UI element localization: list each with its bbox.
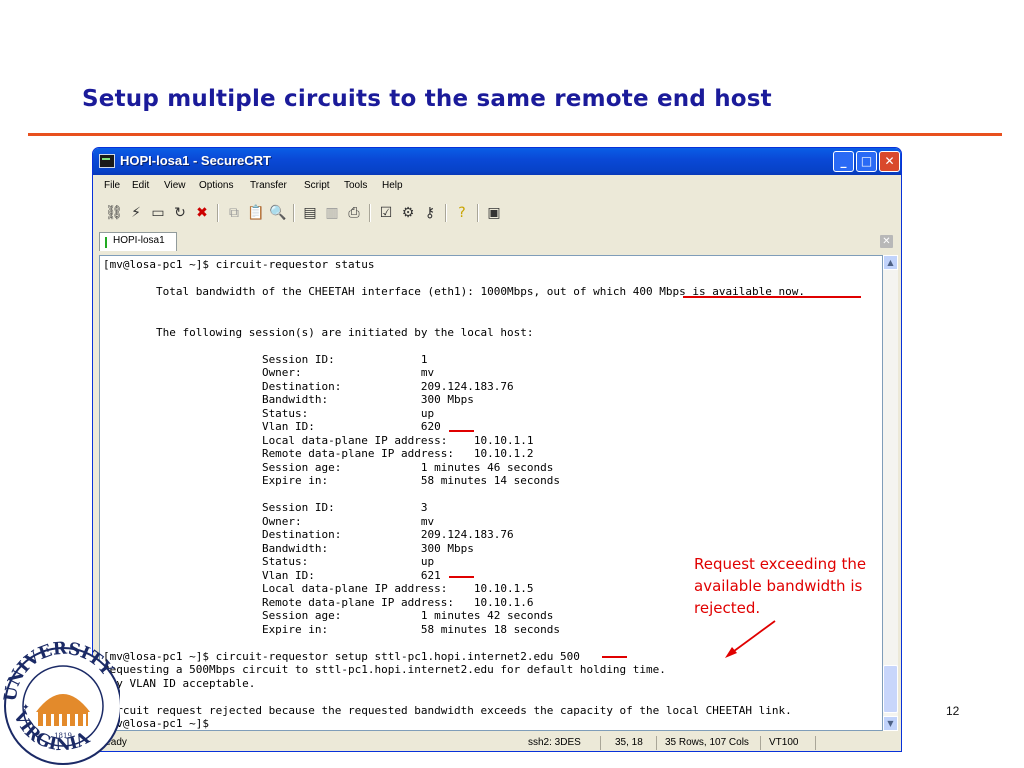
terminal-line: Requesting a 500Mbps circuit to sttl-pc1…	[103, 663, 666, 676]
find-icon[interactable]: 🔍	[269, 204, 287, 222]
callout-line: Request exceeding the	[694, 555, 867, 573]
slide-title: Setup multiple circuits to the same remo…	[82, 86, 772, 112]
status-divider	[600, 736, 601, 750]
terminal-line: Expire in: 58 minutes 18 seconds	[103, 622, 560, 636]
session-options-icon[interactable]: ☑	[377, 204, 395, 222]
reconnect-icon[interactable]: ↻	[171, 204, 189, 222]
tab-label: HOPI-losa1	[113, 235, 165, 246]
connect-icon[interactable]: ⛓	[105, 204, 123, 222]
terminal-scrollbar[interactable]: ▲ ▼	[883, 255, 898, 731]
terminal-line: Destination: 209.124.183.76	[103, 379, 514, 393]
terminal-line: Session ID: 3	[103, 501, 428, 514]
menu-bar: File Edit View Options Transfer Script T…	[93, 176, 901, 196]
scroll-up-icon[interactable]: ▲	[883, 255, 898, 270]
window-titlebar[interactable]: HOPI-losa1 - SecureCRT _ □ ✕	[93, 148, 901, 175]
underline-available-bandwidth	[683, 296, 861, 298]
tab-hopi-losa1[interactable]: HOPI-losa1	[99, 232, 177, 251]
print-icon[interactable]: ▤	[301, 204, 319, 222]
status-divider	[656, 736, 657, 750]
terminal-line: [mv@losa-pc1 ~]$ circuit-requestor statu…	[103, 258, 375, 271]
close-tab-icon[interactable]: ✕	[880, 235, 893, 248]
menu-view[interactable]: View	[164, 180, 186, 191]
toolbar-separator	[369, 204, 371, 222]
menu-options[interactable]: Options	[199, 180, 233, 191]
status-bar: Ready ssh2: 3DES 35, 18 35 Rows, 107 Col…	[93, 733, 901, 751]
securecrt-window: HOPI-losa1 - SecureCRT _ □ ✕ File Edit V…	[92, 147, 902, 752]
terminal-line: Status: up	[103, 406, 435, 420]
keymap-icon[interactable]: ⚷	[421, 204, 439, 222]
maximize-button[interactable]: □	[856, 151, 877, 172]
terminal-line: The following session(s) are initiated b…	[103, 325, 534, 339]
status-size: 35 Rows, 107 Cols	[665, 737, 749, 748]
terminal-line: Circuit request rejected because the req…	[103, 703, 792, 717]
toolbar: ⛓ ⚡ ▭ ↻ ✖ ⧉ 📋 🔍 ▤ ▥ ⎙ ☑ ⚙ ⚷ ? ▣	[93, 198, 901, 228]
terminal-line: Remote data-plane IP address: 10.10.1.2	[103, 447, 534, 460]
disconnect-icon[interactable]: ✖	[193, 204, 211, 222]
status-protocol: ssh2: 3DES	[528, 737, 581, 748]
terminal-line: [mv@losa-pc1 ~]$ circuit-requestor setup…	[103, 649, 580, 663]
scroll-down-icon[interactable]: ▼	[883, 716, 898, 731]
status-emulation: VT100	[769, 737, 799, 748]
print-selection-icon[interactable]: ▥	[323, 204, 341, 222]
session-tab-bar: HOPI-losa1 ✕	[93, 230, 901, 252]
menu-tools[interactable]: Tools	[344, 180, 367, 191]
menu-transfer[interactable]: Transfer	[250, 180, 287, 191]
copy-icon[interactable]: ⧉	[225, 204, 243, 222]
slide-number: 12	[946, 704, 960, 718]
terminal-line: Expire in: 58 minutes 14 seconds	[103, 474, 560, 487]
quick-connect-icon[interactable]: ⚡	[127, 204, 145, 222]
paste-icon[interactable]: 📋	[247, 204, 265, 222]
window-title: HOPI-losa1 - SecureCRT	[120, 153, 271, 168]
terminal-text: [mv@losa-pc1 ~]$ circuit-requestor statu…	[103, 258, 805, 730]
callout-line: available bandwidth is	[694, 577, 863, 595]
underline-vlan-621	[449, 576, 474, 578]
terminal-line: Local data-plane IP address: 10.10.1.1	[103, 433, 534, 447]
seal-year: 1819	[54, 732, 72, 740]
university-seal-logo: UNIVERSITY VIRGINIA 1819 ✦	[2, 639, 120, 765]
terminal-line: Session ID: 1	[103, 352, 428, 366]
securecrt-app-icon	[99, 154, 115, 168]
sftp-icon[interactable]: ▣	[485, 204, 503, 222]
scrollbar-thumb[interactable]	[883, 665, 898, 713]
close-window-button[interactable]: ✕	[879, 151, 900, 172]
title-divider	[28, 133, 1002, 136]
terminal-line: [mv@losa-pc1 ~]$	[103, 717, 216, 730]
toolbar-separator	[217, 204, 219, 222]
terminal-line: Destination: 209.124.183.76	[103, 528, 514, 541]
status-divider	[815, 736, 816, 750]
toolbar-separator	[293, 204, 295, 222]
global-options-icon[interactable]: ⚙	[399, 204, 417, 222]
underline-vlan-620	[449, 430, 474, 432]
toolbar-separator	[477, 204, 479, 222]
terminal-line: Any VLAN ID acceptable.	[103, 676, 256, 690]
rejection-callout: Request exceeding the available bandwidt…	[694, 553, 914, 619]
terminal-line: Session age: 1 minutes 46 seconds	[103, 460, 554, 474]
svg-text:✦: ✦	[22, 703, 30, 713]
terminal-line: Owner: mv	[103, 366, 435, 379]
status-divider	[760, 736, 761, 750]
toolbar-separator	[445, 204, 447, 222]
callout-line: rejected.	[694, 599, 761, 617]
connected-status-icon	[105, 237, 107, 248]
terminal-line: Owner: mv	[103, 514, 435, 528]
underline-requested-500	[602, 656, 627, 658]
menu-file[interactable]: File	[104, 180, 120, 191]
menu-help[interactable]: Help	[382, 180, 403, 191]
minimize-button[interactable]: _	[833, 151, 854, 172]
menu-script[interactable]: Script	[304, 180, 330, 191]
status-cursor: 35, 18	[615, 737, 643, 748]
help-icon[interactable]: ?	[453, 204, 471, 222]
terminal-line: Bandwidth: 300 Mbps	[103, 393, 474, 406]
callout-arrow	[725, 620, 776, 658]
print-setup-icon[interactable]: ⎙	[345, 204, 363, 222]
connect-tab-icon[interactable]: ▭	[149, 204, 167, 222]
menu-edit[interactable]: Edit	[132, 180, 149, 191]
